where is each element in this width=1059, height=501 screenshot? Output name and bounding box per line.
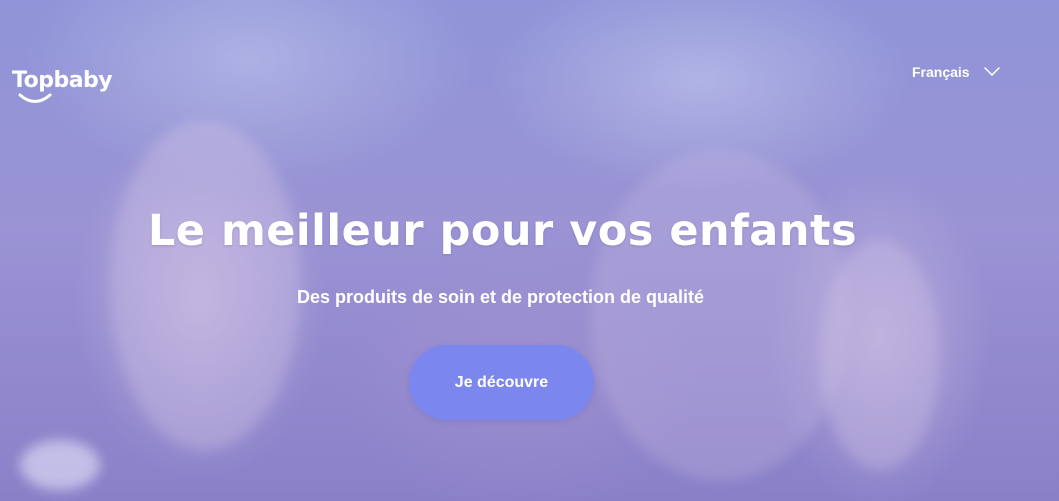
chevron-down-icon <box>983 67 1000 76</box>
language-selector[interactable]: Français <box>912 62 1000 82</box>
language-label: Français <box>912 64 970 80</box>
background-image-detail <box>20 440 100 490</box>
logo[interactable]: Topbaby <box>12 68 116 116</box>
page-title: Le meilleur pour vos enfants <box>147 206 858 256</box>
logo-smile-icon <box>18 93 52 103</box>
discover-button[interactable]: Je découvre <box>409 345 594 420</box>
background-image-detail <box>820 240 940 470</box>
logo-text: Topbaby <box>12 68 113 93</box>
background-image <box>110 120 300 450</box>
hero-section: Topbaby Français Le meilleur pour vos en… <box>0 0 1059 501</box>
background-image-detail <box>590 150 850 480</box>
page-subtitle: Des produits de soin et de protection de… <box>296 287 705 307</box>
